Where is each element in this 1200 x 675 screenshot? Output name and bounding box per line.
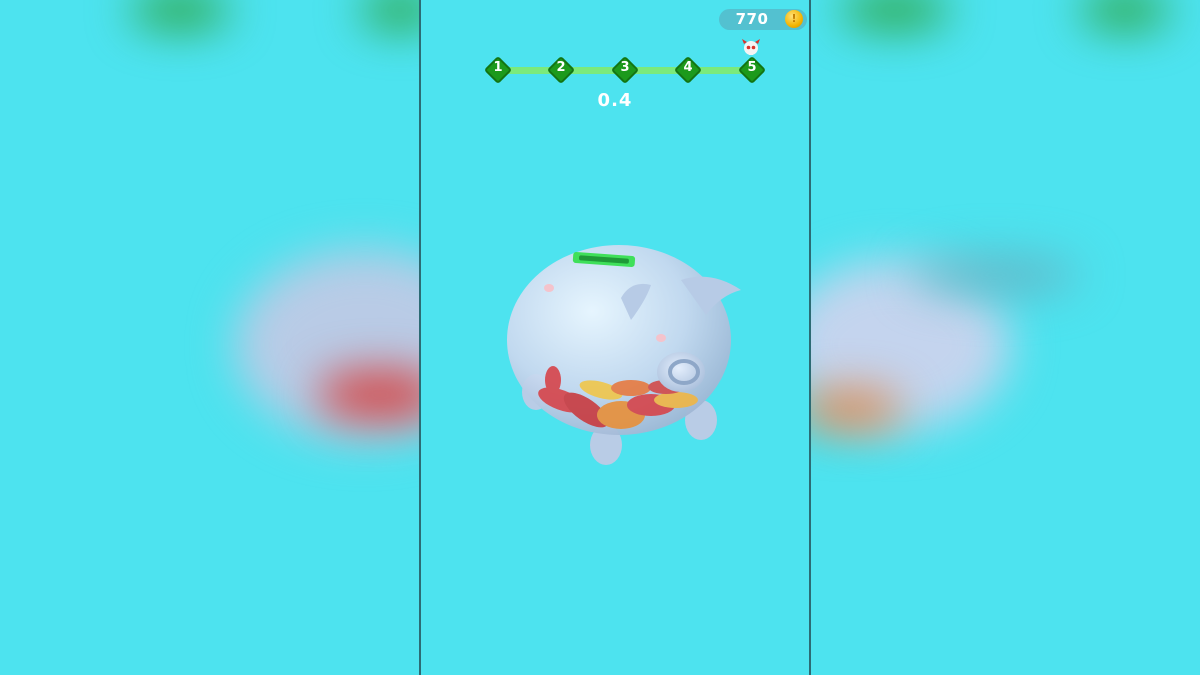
coin-counter: 770 ! (719, 9, 807, 30)
score-display: 0.4 (597, 90, 633, 111)
stage-number: 3 (620, 60, 630, 75)
stage-node-1: 1 (483, 55, 513, 85)
stage-number: 4 (683, 60, 693, 75)
coin-count: 770 (735, 10, 769, 28)
stage-node-3: 3 (610, 55, 640, 85)
right-divider (809, 0, 811, 675)
stage-number: 2 (556, 60, 566, 75)
gold-coin-icon: ! (785, 10, 803, 28)
stage-number: 5 (747, 60, 757, 75)
stage-node-2: 2 (546, 55, 576, 85)
stage-number: 1 (493, 60, 503, 75)
blurred-background-left (0, 0, 420, 675)
stage-node-5: 5 (737, 55, 767, 85)
game-viewport[interactable]: 770 ! 1 2 3 4 5 0.4 (421, 0, 809, 675)
stage-node-4: 4 (673, 55, 703, 85)
game-screen: 770 ! 1 2 3 4 5 0.4 (0, 0, 1200, 675)
blurred-background-right (810, 0, 1200, 675)
piggy-bank[interactable] (501, 240, 761, 480)
skull-boss-icon (742, 39, 760, 55)
